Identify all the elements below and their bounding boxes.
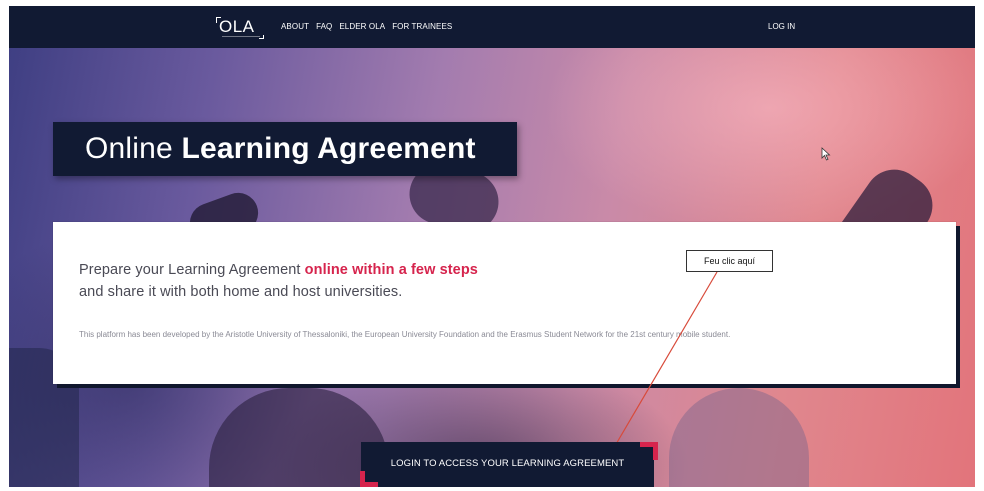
- intro-lead-highlight: online within a few steps: [304, 262, 478, 278]
- nav-link-elder-ola[interactable]: ELDER OLA: [339, 22, 385, 31]
- cta-corner-accent: [360, 471, 378, 487]
- nav-link-for-trainees[interactable]: FOR TRAINEES: [392, 22, 452, 31]
- login-link[interactable]: LOG IN: [768, 22, 795, 31]
- browser-viewport: OLA ABOUT FAQ ELDER OLA FOR TRAINEES LOG…: [9, 6, 975, 487]
- cta-corner-accent: [640, 442, 658, 460]
- logo-text: OLA: [219, 17, 255, 36]
- login-to-access-button[interactable]: LOGIN TO ACCESS YOUR LEARNING AGREEMENT: [360, 442, 658, 487]
- hero-title-box: Online Learning Agreement: [53, 122, 517, 176]
- hero-image-crowd: [669, 388, 809, 487]
- nav-link-about[interactable]: ABOUT: [281, 22, 309, 31]
- cta-label: LOGIN TO ACCESS YOUR LEARNING AGREEMENT: [390, 458, 625, 469]
- ola-logo[interactable]: OLA: [216, 15, 264, 39]
- platform-credits: This platform has been developed by the …: [79, 330, 731, 339]
- intro-lead-line2: and share it with both home and host uni…: [79, 284, 403, 300]
- intro-lead-prefix: Prepare your Learning Agreement: [79, 262, 305, 278]
- logo-tagline-line: [222, 36, 260, 37]
- page-title-bold: Learning Agreement: [181, 132, 476, 165]
- page-title: Online Learning Agreement: [85, 132, 476, 166]
- page-title-light: Online: [85, 132, 182, 165]
- main-nav: ABOUT FAQ ELDER OLA FOR TRAINEES: [281, 22, 452, 31]
- intro-lead: Prepare your Learning Agreement online w…: [79, 259, 478, 303]
- annotation-callout: Feu clic aquí: [686, 250, 773, 272]
- top-navbar: OLA ABOUT FAQ ELDER OLA FOR TRAINEES LOG…: [9, 6, 975, 48]
- nav-link-faq[interactable]: FAQ: [316, 22, 332, 31]
- mouse-cursor-icon: [821, 147, 831, 161]
- intro-card: Prepare your Learning Agreement online w…: [53, 222, 956, 384]
